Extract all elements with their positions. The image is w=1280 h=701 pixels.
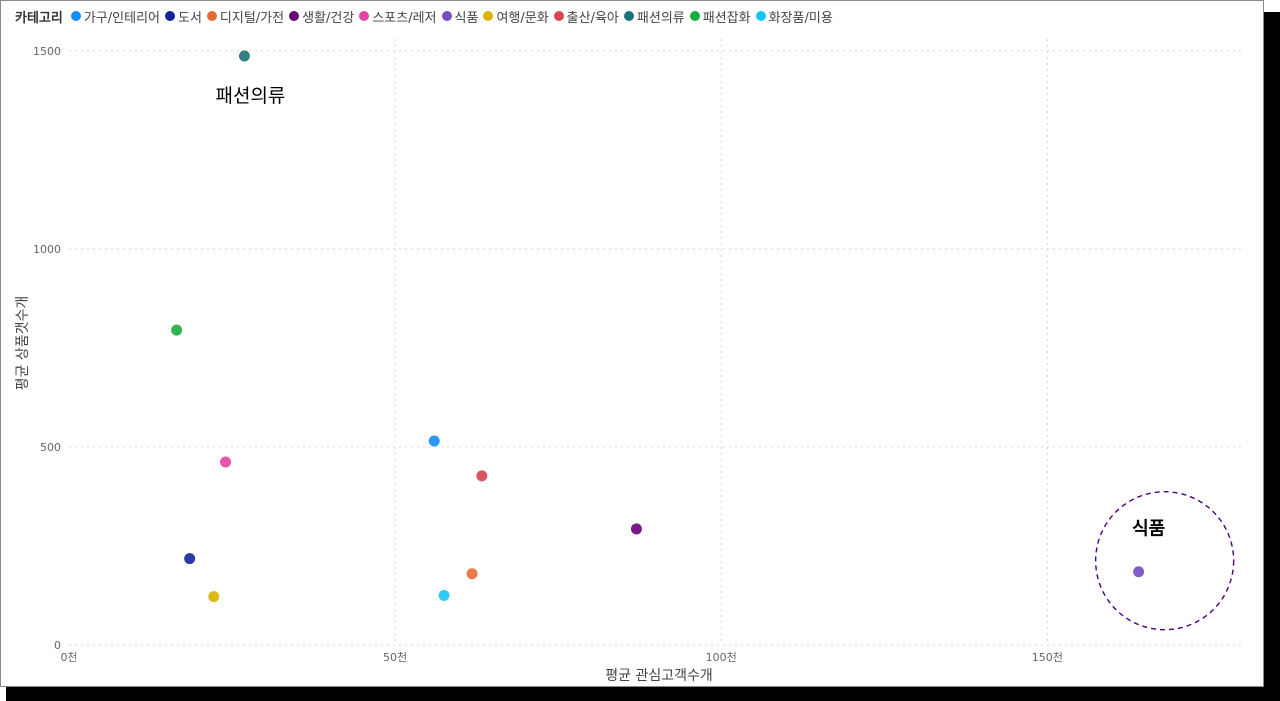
point-layer bbox=[171, 50, 1145, 603]
y-tick-label: 1500 bbox=[33, 45, 61, 58]
scatter-chart: 0500100015000천 50천 100천 150천 패션의류식품 평균 관심고객… bbox=[15, 39, 1243, 684]
x-tick-label: 150천 bbox=[1032, 650, 1063, 664]
data-point[interactable] bbox=[630, 523, 642, 535]
data-point[interactable] bbox=[438, 589, 450, 601]
y-axis-title: 평균 상품갯수개 bbox=[15, 296, 31, 391]
window-shadow-right bbox=[1264, 12, 1280, 701]
x-tick-label: 50천 bbox=[383, 650, 407, 664]
tick-layer: 0500100015000천 50천 100천 150천 bbox=[33, 45, 1063, 664]
data-point[interactable] bbox=[428, 435, 440, 447]
highlight-circle bbox=[1094, 491, 1235, 631]
data-point[interactable] bbox=[476, 470, 488, 482]
data-point[interactable] bbox=[220, 456, 232, 468]
y-tick-label: 500 bbox=[40, 441, 61, 454]
data-point[interactable] bbox=[171, 324, 183, 336]
y-tick-label: 1000 bbox=[33, 243, 61, 256]
x-tick-label: 100천 bbox=[706, 650, 737, 664]
data-point[interactable] bbox=[466, 568, 478, 580]
window-shadow-bottom bbox=[6, 687, 1280, 701]
grid-layer bbox=[69, 39, 1243, 646]
data-point[interactable] bbox=[208, 591, 220, 603]
data-point[interactable] bbox=[184, 553, 196, 565]
annotation-label: 식품 bbox=[1132, 519, 1165, 540]
annotation-layer: 패션의류식품 bbox=[215, 85, 1235, 631]
data-point[interactable] bbox=[238, 50, 250, 62]
annotation-label: 패션의류 bbox=[215, 85, 285, 107]
x-axis-title: 평균 관심고객수개 bbox=[605, 668, 713, 684]
x-tick-label: 0천 bbox=[60, 650, 77, 664]
data-point[interactable] bbox=[1133, 566, 1145, 578]
chart-visual-frame: 카테고리 가구/인테리어 도서 디지털/가전 생활/건강 스포츠/레저 식품 여행/문화 출산… bbox=[0, 0, 1264, 687]
